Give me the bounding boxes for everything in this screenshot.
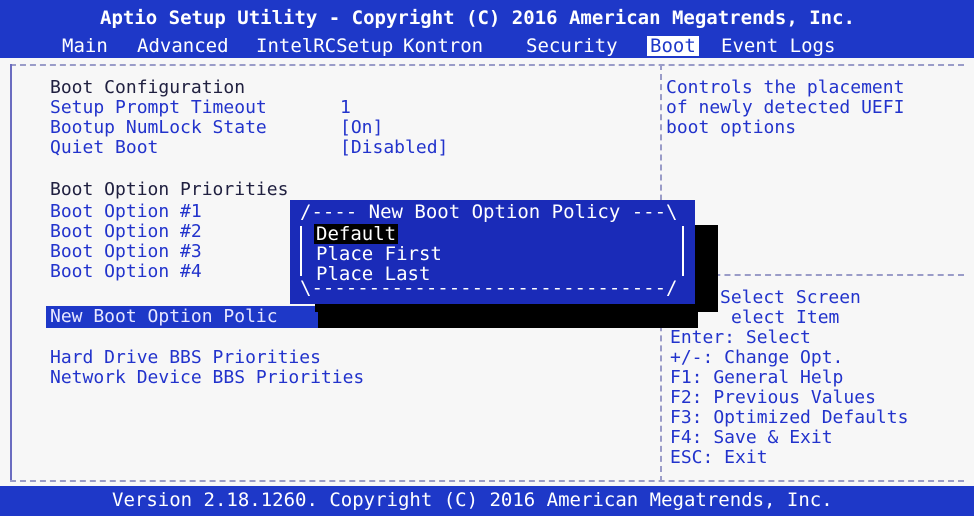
left-border bbox=[10, 64, 12, 482]
help-line-2: of newly detected UEFI bbox=[666, 97, 905, 118]
priorities-heading: Boot Option Priorities bbox=[50, 179, 289, 200]
boot-option-1[interactable]: Boot Option #1 bbox=[50, 202, 202, 222]
boot-option-2[interactable]: Boot Option #2 bbox=[50, 222, 202, 242]
boot-option-4[interactable]: Boot Option #4 bbox=[50, 262, 202, 282]
dialog-left-border bbox=[300, 226, 302, 276]
numlock-state-value[interactable]: [On] bbox=[340, 118, 383, 138]
key-general-help: F1: General Help bbox=[670, 367, 844, 388]
tab-boot[interactable]: Boot bbox=[647, 36, 699, 56]
help-line-3: boot options bbox=[666, 117, 797, 138]
key-esc-exit: ESC: Exit bbox=[670, 447, 768, 468]
app-title: Aptio Setup Utility - Copyright (C) 2016… bbox=[100, 7, 855, 29]
new-boot-option-policy-dialog: /---- New Boot Option Policy ---\ Defaul… bbox=[290, 200, 695, 304]
dialog-bottom-border: \-------------------------------/ bbox=[300, 277, 678, 299]
footer-bar: Version 2.18.1260. Copyright (C) 2016 Am… bbox=[0, 486, 974, 516]
tab-intelrcsetup[interactable]: IntelRCSetup bbox=[253, 36, 396, 56]
quiet-boot-value[interactable]: [Disabled] bbox=[340, 138, 448, 158]
help-divider bbox=[694, 274, 964, 276]
boot-config-heading: Boot Configuration bbox=[50, 77, 246, 98]
key-change-opt: +/-: Change Opt. bbox=[670, 347, 844, 368]
key-save-exit: F4: Save & Exit bbox=[670, 427, 833, 448]
tab-security[interactable]: Security bbox=[523, 36, 621, 56]
tab-event-logs[interactable]: Event Logs bbox=[718, 36, 838, 56]
new-boot-option-policy-row[interactable]: New Boot Option Polic bbox=[46, 306, 318, 328]
numlock-state-label[interactable]: Bootup NumLock State bbox=[50, 118, 267, 138]
bottom-divider bbox=[10, 480, 964, 482]
option-default[interactable]: Default bbox=[314, 224, 399, 244]
top-divider bbox=[10, 64, 964, 66]
boot-option-3[interactable]: Boot Option #3 bbox=[50, 242, 202, 262]
tab-main[interactable]: Main bbox=[59, 36, 111, 56]
key-enter-select: Enter: Select bbox=[670, 327, 811, 348]
version-text: Version 2.18.1260. Copyright (C) 2016 Am… bbox=[112, 489, 833, 511]
network-device-bbs-priorities[interactable]: Network Device BBS Priorities bbox=[50, 368, 364, 388]
setup-prompt-timeout-label[interactable]: Setup Prompt Timeout bbox=[50, 98, 267, 118]
title-bar: Aptio Setup Utility - Copyright (C) 2016… bbox=[0, 0, 974, 58]
key-select-screen: Select Screen bbox=[720, 287, 861, 308]
tab-kontron[interactable]: Kontron bbox=[400, 36, 486, 56]
help-line-1: Controls the placement bbox=[666, 77, 905, 98]
menu-bar: Main Advanced IntelRCSetup Kontron Secur… bbox=[0, 36, 974, 58]
key-select-item: elect Item bbox=[731, 307, 840, 328]
key-optimized-defaults: F3: Optimized Defaults bbox=[670, 407, 909, 428]
key-previous-values: F2: Previous Values bbox=[670, 387, 876, 408]
dialog-right-border bbox=[682, 226, 684, 276]
setup-prompt-timeout-value[interactable]: 1 bbox=[340, 98, 351, 118]
hard-drive-bbs-priorities[interactable]: Hard Drive BBS Priorities bbox=[50, 348, 321, 368]
dialog-title: /---- New Boot Option Policy ---\ bbox=[300, 201, 678, 223]
new-boot-option-policy-label[interactable]: New Boot Option Polic bbox=[50, 307, 278, 327]
tab-advanced[interactable]: Advanced bbox=[134, 36, 232, 56]
quiet-boot-label[interactable]: Quiet Boot bbox=[50, 138, 158, 158]
option-place-first[interactable]: Place First bbox=[314, 244, 444, 264]
